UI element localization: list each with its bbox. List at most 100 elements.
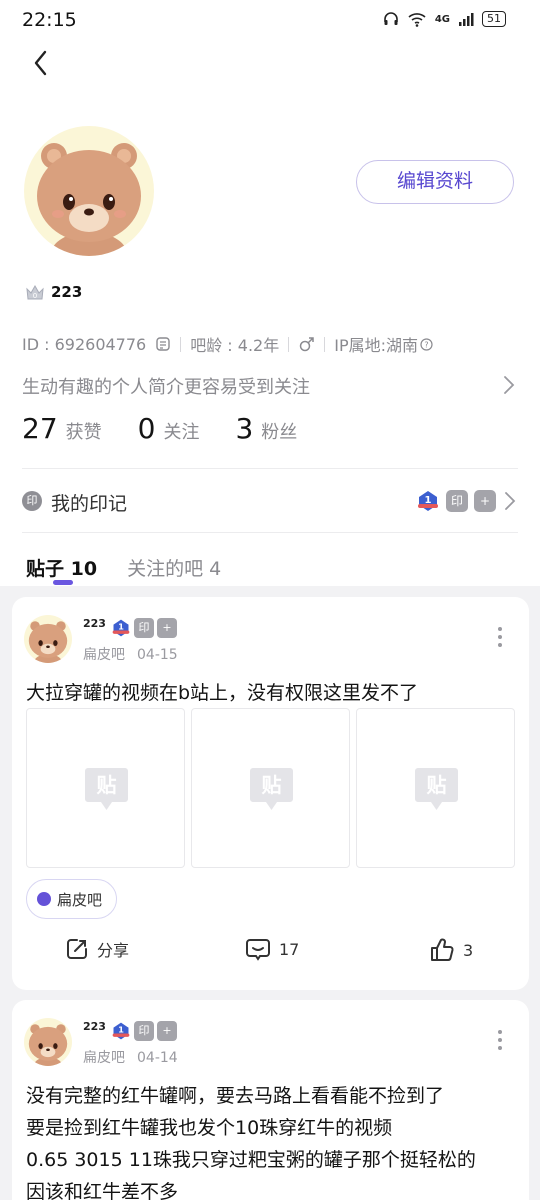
level-number: 1 xyxy=(425,495,432,506)
stat-fans[interactable]: 3 粉丝 xyxy=(235,412,297,445)
bear-avatar-icon xyxy=(28,1024,68,1066)
stat-likes[interactable]: 27 获赞 xyxy=(22,412,102,445)
divider xyxy=(180,336,182,352)
profile-meta: ID : 692604776 吧龄 : 4.2年 IP属地:湖南 ? xyxy=(22,332,433,356)
comment-button[interactable]: 17 xyxy=(245,937,299,961)
bio-placeholder[interactable]: 生动有趣的个人简介更容易受到关注 xyxy=(22,373,310,399)
tieba-placeholder-icon: 贴 xyxy=(250,768,293,810)
post-text-line: 因该和红牛差不多 xyxy=(26,1181,179,1200)
share-icon xyxy=(67,939,87,959)
status-time: 22:15 xyxy=(22,9,77,31)
forum-chip[interactable]: 扁皮吧 xyxy=(26,879,118,919)
divider xyxy=(288,336,290,352)
more-options-icon[interactable] xyxy=(498,627,504,651)
forum-age: 吧龄 : 4.2年 xyxy=(190,336,280,355)
user-id: ID : 692604776 xyxy=(22,334,147,354)
level-badge-icon: 1 xyxy=(112,1022,130,1040)
seal-badge: 印 xyxy=(134,1021,154,1041)
stat-following[interactable]: 0 关注 xyxy=(138,412,200,445)
stat-number: 27 xyxy=(22,412,58,445)
stat-number: 0 xyxy=(137,412,156,445)
share-label: 分享 xyxy=(97,941,130,960)
profile-tabs: 贴子 10 关注的吧 4 xyxy=(26,554,221,581)
placeholder-glyph: 贴 xyxy=(97,773,117,797)
like-button[interactable]: 3 xyxy=(429,937,473,963)
planet-icon xyxy=(37,892,51,906)
comment-icon xyxy=(246,939,270,961)
post-text[interactable]: 没有完整的红牛罐啊，要去马路上看看能不捡到了 要是捡到红牛罐我也发个10珠穿红牛… xyxy=(26,1080,476,1200)
post-card[interactable]: 223 1 印 + 扁皮吧 04-14 没有完整的红牛罐啊，要去马路上看看能不捡到… xyxy=(12,1000,529,1200)
username: 223 xyxy=(51,283,83,301)
post-card[interactable]: 223 1 印 + 扁皮吧 04-15 大拉穿罐的视频在b站上，没有权限这里发不了… xyxy=(12,597,529,990)
post-user-badges: 1 印 + xyxy=(111,618,177,638)
network-label: 4G xyxy=(434,13,450,25)
post-text[interactable]: 大拉穿罐的视频在b站上，没有权限这里发不了 xyxy=(26,677,418,709)
post-actions: 分享 17 3 xyxy=(12,937,529,971)
post-subline: 扁皮吧 04-15 xyxy=(83,644,178,664)
post-forum[interactable]: 扁皮吧 xyxy=(83,1050,125,1066)
forum-chip-label: 扁皮吧 xyxy=(57,890,103,909)
back-arrow-icon[interactable] xyxy=(28,46,58,82)
like-count: 3 xyxy=(463,940,474,960)
chevron-right-icon[interactable] xyxy=(501,372,517,398)
svg-text:0: 0 xyxy=(33,292,37,300)
seal-badge: 印 xyxy=(446,490,468,512)
svg-text:?: ? xyxy=(424,340,428,349)
avatar[interactable] xyxy=(24,126,154,256)
divider xyxy=(22,468,518,469)
stats-row: 27 获赞 0 关注 3 粉丝 xyxy=(22,412,333,445)
active-tab-indicator xyxy=(53,580,73,585)
post-date: 04-15 xyxy=(137,647,178,663)
comment-count: 17 xyxy=(279,939,300,959)
divider xyxy=(324,336,326,352)
chevron-right-icon[interactable] xyxy=(502,488,518,514)
more-options-icon[interactable] xyxy=(498,1030,504,1054)
male-gender-icon xyxy=(299,336,314,351)
post-username[interactable]: 223 xyxy=(83,617,106,630)
copy-icon[interactable] xyxy=(155,336,171,352)
placeholder-glyph: 贴 xyxy=(262,773,282,797)
profile-header: 22:15 4G 51 编辑资料 0 223 ID : 692604776 吧龄… xyxy=(0,0,540,586)
level-number: 1 xyxy=(118,622,124,632)
my-badges-label: 我的印记 xyxy=(51,493,128,515)
status-bar: 22:15 4G 51 xyxy=(0,0,540,40)
seal-icon: 印 xyxy=(22,491,42,511)
divider xyxy=(22,532,518,533)
add-badge-icon[interactable]: + xyxy=(474,490,496,512)
add-badge-icon: + xyxy=(157,1021,177,1041)
ip-location: IP属地:湖南 xyxy=(334,336,418,355)
headphones-icon xyxy=(384,12,398,25)
my-badges-row[interactable]: 印 我的印记 1 印 + xyxy=(22,488,518,516)
post-username[interactable]: 223 xyxy=(83,1020,106,1033)
stat-label: 粉丝 xyxy=(261,422,298,443)
post-avatar[interactable] xyxy=(24,615,72,663)
level-badge-icon: 1 xyxy=(112,619,130,637)
tab-posts[interactable]: 贴子 10 xyxy=(26,554,97,581)
image-placeholder[interactable]: 贴 xyxy=(356,708,515,868)
post-forum[interactable]: 扁皮吧 xyxy=(83,647,125,663)
post-text-line: 要是捡到红牛罐我也发个10珠穿红牛的视频 xyxy=(26,1117,393,1139)
tieba-placeholder-icon: 贴 xyxy=(415,768,458,810)
tieba-placeholder-icon: 贴 xyxy=(85,768,128,810)
battery-indicator: 51 xyxy=(482,11,506,27)
image-placeholder[interactable]: 贴 xyxy=(26,708,185,868)
wifi-icon xyxy=(408,13,426,27)
image-placeholder[interactable]: 贴 xyxy=(191,708,350,868)
edit-profile-button[interactable]: 编辑资料 xyxy=(356,160,514,204)
level-number: 1 xyxy=(118,1025,124,1035)
post-date: 04-14 xyxy=(137,1050,178,1066)
post-avatar[interactable] xyxy=(24,1018,72,1066)
add-badge-icon: + xyxy=(157,618,177,638)
share-button[interactable]: 分享 xyxy=(65,937,129,961)
crown-level-icon: 0 xyxy=(26,284,44,300)
stat-label: 关注 xyxy=(163,422,200,443)
placeholder-glyph: 贴 xyxy=(427,773,447,797)
post-text-line: 没有完整的红牛罐啊，要去马路上看看能不捡到了 xyxy=(26,1085,445,1107)
seal-badge: 印 xyxy=(134,618,154,638)
username-row: 0 223 xyxy=(24,281,82,303)
help-icon[interactable]: ? xyxy=(420,337,433,351)
stat-number: 3 xyxy=(235,412,254,445)
signal-icon xyxy=(459,13,474,26)
bear-avatar-icon xyxy=(37,143,141,256)
tab-followed-forums[interactable]: 关注的吧 4 xyxy=(127,554,221,581)
